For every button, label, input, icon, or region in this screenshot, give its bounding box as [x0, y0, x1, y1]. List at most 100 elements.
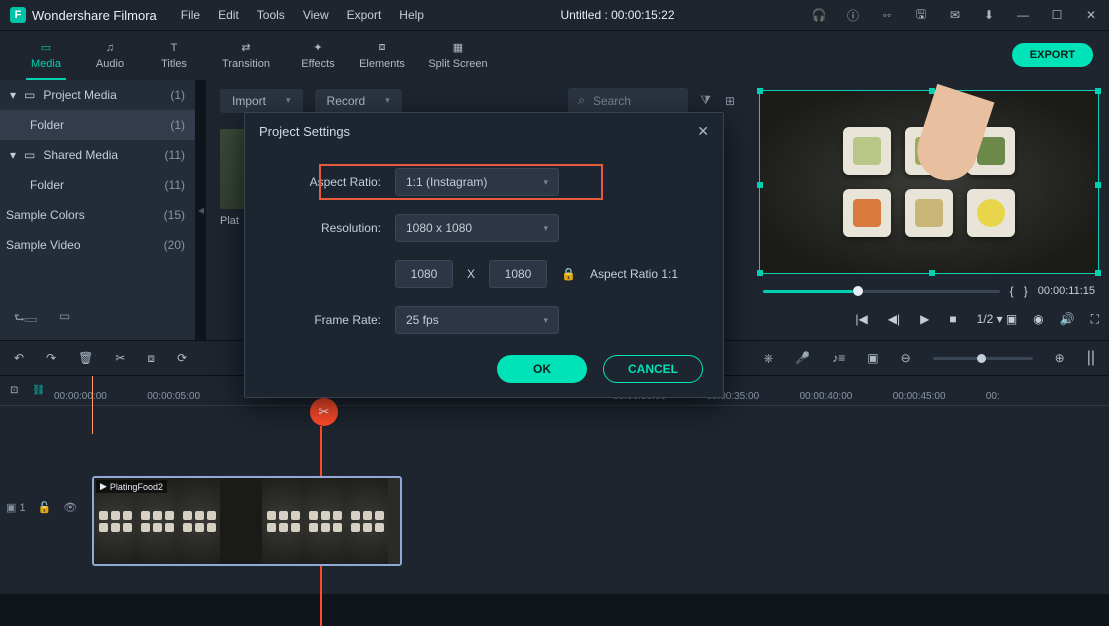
chevron-down-icon: ▾: [10, 88, 16, 102]
tab-effects[interactable]: ✦Effects: [286, 41, 350, 70]
sidebar-sample-colors[interactable]: Sample Colors (15): [0, 200, 195, 230]
step-back-icon[interactable]: ◀|: [888, 312, 900, 326]
shapes-icon: ⧈: [379, 41, 386, 54]
zoom-in-icon[interactable]: ⊕: [1055, 351, 1065, 365]
cancel-button[interactable]: CANCEL: [603, 355, 703, 383]
filter-icon[interactable]: ⧩: [700, 93, 711, 108]
zoom-select[interactable]: 1/2 ▾: [977, 312, 1003, 326]
sidebar-folder-2[interactable]: Folder (11): [0, 170, 195, 200]
splitter-handle[interactable]: ◂: [196, 80, 206, 340]
account-icon[interactable]: ◦◦: [879, 8, 895, 22]
preview-canvas[interactable]: [759, 90, 1099, 274]
dialog-close-icon[interactable]: ✕: [697, 123, 709, 140]
close-icon[interactable]: ✕: [1083, 8, 1099, 22]
sidebar-folder-1[interactable]: Folder (1): [0, 110, 195, 140]
voiceover-icon[interactable]: 🎤: [795, 351, 810, 365]
playhead-scissor-icon[interactable]: ✂: [310, 398, 338, 426]
quality-icon[interactable]: ▣: [1006, 312, 1017, 327]
zoom-slider[interactable]: [933, 357, 1033, 360]
record-track-icon[interactable]: ⊡: [10, 385, 18, 396]
menu-tools[interactable]: Tools: [257, 8, 285, 22]
link-icon[interactable]: ⛓: [32, 385, 45, 396]
render-icon[interactable]: ▣: [867, 351, 878, 365]
project-title: Untitled : 00:00:15:22: [430, 8, 805, 22]
mixer-icon[interactable]: ♪≡: [832, 351, 845, 365]
app-logo: F: [10, 7, 26, 23]
chevron-down-icon: ▾: [385, 95, 390, 106]
mark-in-icon[interactable]: {: [1010, 284, 1014, 298]
folder-icon: ▭: [24, 88, 35, 102]
folder-icon: ▭: [41, 41, 51, 54]
preview-timecode: 00:00:11:15: [1038, 285, 1095, 297]
grid-view-icon[interactable]: ⊞: [725, 94, 735, 108]
zoom-out-icon[interactable]: ⊖: [901, 351, 911, 365]
dialog-title: Project Settings: [259, 124, 350, 139]
redo-icon[interactable]: ↷: [46, 351, 56, 365]
eye-icon[interactable]: 👁: [63, 501, 77, 514]
menu-export[interactable]: Export: [347, 8, 382, 22]
cut-icon[interactable]: ✂: [115, 351, 125, 365]
aspect-ratio-dropdown[interactable]: 1:1 (Instagram)▾: [395, 168, 559, 196]
download-icon[interactable]: ⬇: [981, 8, 997, 22]
resolution-dropdown[interactable]: 1080 x 1080▾: [395, 214, 559, 242]
ok-button[interactable]: OK: [497, 355, 587, 383]
tab-splitscreen[interactable]: ▦Split Screen: [414, 41, 502, 70]
framerate-label: Frame Rate:: [277, 313, 381, 327]
new-folder-icon[interactable]: ⮑▭: [14, 309, 37, 330]
width-input[interactable]: 1080: [395, 260, 453, 288]
volume-icon[interactable]: 🔊: [1060, 312, 1075, 327]
export-button[interactable]: EXPORT: [1012, 43, 1093, 67]
tab-titles[interactable]: TTitles: [142, 42, 206, 70]
menu-help[interactable]: Help: [399, 8, 424, 22]
speed-icon[interactable]: ⟳: [177, 351, 187, 365]
save-icon[interactable]: 🖫: [913, 5, 929, 26]
fullscreen-icon[interactable]: ⛶: [1091, 312, 1099, 327]
resolution-label: Resolution:: [277, 221, 381, 235]
tab-transition[interactable]: ⇄Transition: [206, 41, 286, 70]
info-icon[interactable]: ⓘ: [845, 7, 861, 24]
menubar: File Edit Tools View Export Help: [181, 8, 424, 22]
lock-icon[interactable]: 🔒: [561, 267, 576, 281]
prev-frame-icon[interactable]: |◀: [855, 312, 867, 326]
track-area[interactable]: ✂ ▣ 1 🔓 👁 ▶PlatingFood2: [0, 406, 1109, 594]
snapshot-icon[interactable]: ◉: [1033, 312, 1043, 327]
framerate-dropdown[interactable]: 25 fps▾: [395, 306, 559, 334]
headphones-icon[interactable]: 🎧: [811, 8, 827, 22]
project-settings-dialog: Project Settings ✕ Aspect Ratio: 1:1 (In…: [244, 112, 724, 398]
crop-icon[interactable]: ⧈: [147, 351, 155, 366]
media-sidebar: ▾ ▭ Project Media (1) Folder (1) ▾ ▭ Sha…: [0, 80, 196, 340]
undo-icon[interactable]: ↶: [14, 351, 24, 365]
play-icon[interactable]: ▶: [920, 312, 929, 326]
menu-edit[interactable]: Edit: [218, 8, 239, 22]
menu-file[interactable]: File: [181, 8, 200, 22]
search-input[interactable]: ⌕Search: [568, 88, 688, 113]
visibility-icon[interactable]: ▣ 1: [6, 501, 26, 514]
sidebar-project-media[interactable]: ▾ ▭ Project Media (1): [0, 80, 195, 110]
zoom-fit-icon[interactable]: ||: [1087, 349, 1095, 367]
folder-outline-icon[interactable]: ▭: [59, 309, 70, 330]
maximize-icon[interactable]: ☐: [1049, 8, 1065, 22]
tab-audio[interactable]: ♫Audio: [78, 42, 142, 70]
minimize-icon[interactable]: —: [1015, 8, 1031, 22]
marker-icon[interactable]: ⎈: [764, 351, 774, 366]
preview-time-slider[interactable]: { } 00:00:11:15: [759, 280, 1099, 302]
height-input[interactable]: 1080: [489, 260, 547, 288]
tab-elements[interactable]: ⧈Elements: [350, 41, 414, 70]
menu-view[interactable]: View: [303, 8, 329, 22]
stop-icon[interactable]: ■: [949, 312, 956, 326]
mark-out-icon[interactable]: }: [1024, 284, 1028, 298]
tab-media[interactable]: ▭ Media: [14, 41, 78, 70]
text-icon: T: [171, 42, 178, 54]
timeline: ⊡ ⛓ 00:00:00:00 00:00:05:00 00:00:30:00 …: [0, 376, 1109, 594]
record-dropdown[interactable]: Record▾: [315, 89, 402, 113]
folder-icon: ▭: [24, 148, 35, 162]
sidebar-sample-video[interactable]: Sample Video (20): [0, 230, 195, 260]
delete-icon[interactable]: 🗑: [78, 351, 93, 365]
tab-bar: ▭ Media ♫Audio TTitles ⇄Transition ✦Effe…: [0, 30, 1109, 80]
import-dropdown[interactable]: Import▾: [220, 89, 303, 113]
sidebar-shared-media[interactable]: ▾ ▭ Shared Media (11): [0, 140, 195, 170]
lock-track-icon[interactable]: 🔓: [38, 501, 52, 514]
message-icon[interactable]: ✉: [947, 8, 963, 22]
preview-panel: { } 00:00:11:15 |◀ ◀| ▶ ■ 1/2 ▾ ▣ ◉ 🔊 ⛶: [749, 80, 1109, 340]
timeline-clip[interactable]: ▶PlatingFood2: [92, 476, 402, 566]
